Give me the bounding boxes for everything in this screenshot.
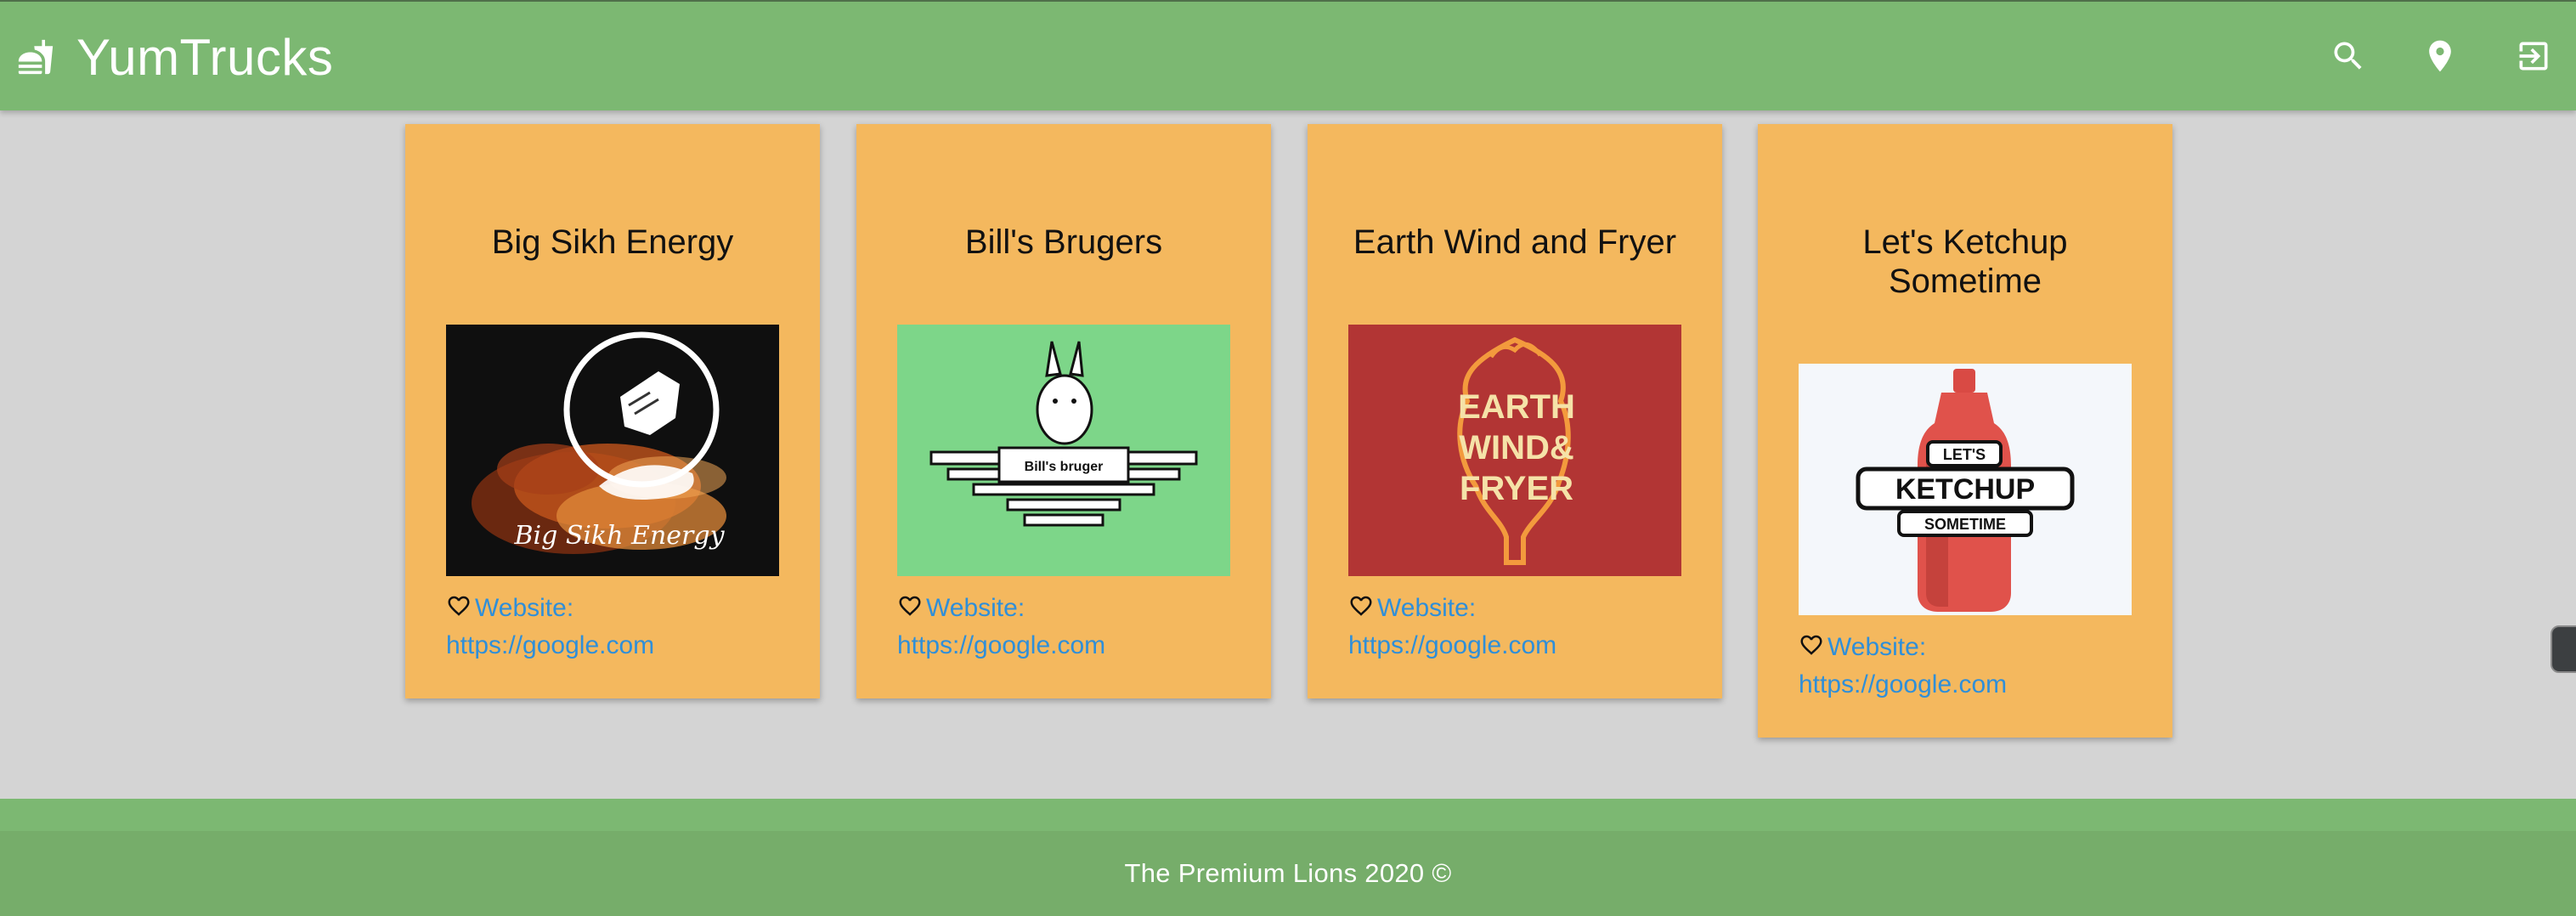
app-header: YumTrucks: [0, 0, 2576, 110]
truck-name: Bill's Brugers: [964, 223, 1163, 261]
footer-divider: [0, 799, 2576, 831]
truck-name: Let's Ketchup Sometime: [1862, 223, 2068, 300]
logo-text-line-1: LET'S: [1943, 446, 1986, 463]
website-url-link[interactable]: https://google.com: [1348, 627, 1681, 664]
logout-icon: [2519, 42, 2548, 71]
big-sikh-energy-logo: Big Sikh Energy: [446, 325, 779, 576]
truck-card: Let's Ketchup Sometime LET'S KETCHUP SOM…: [1758, 124, 2172, 738]
website-link-row: Website: https://google.com: [446, 590, 779, 664]
truck-card: Big Sikh Energy Big Sikh Energy Website:…: [405, 124, 820, 698]
website-link-row: Website: https://google.com: [1348, 590, 1681, 664]
favorite-button[interactable]: [1348, 593, 1374, 619]
website-label[interactable]: Website:: [475, 594, 573, 622]
footer-copyright: The Premium Lions 2020 ©: [1124, 858, 1452, 888]
truck-name: Big Sikh Energy: [491, 223, 734, 261]
bills-brugers-logo: Bill's bruger: [897, 325, 1230, 576]
website-label[interactable]: Website:: [1827, 633, 1926, 661]
truck-logo-image: Bill's bruger: [897, 325, 1230, 576]
favorite-button[interactable]: [897, 593, 923, 619]
logo-text-line-3: SOMETIME: [1924, 516, 2006, 533]
truck-logo-image: LET'S KETCHUP SOMETIME: [1799, 364, 2132, 615]
location-button[interactable]: [2420, 36, 2460, 76]
app-footer: The Premium Lions 2020 ©: [0, 831, 2576, 916]
logo-text-line-1: EARTH: [1458, 388, 1575, 426]
truck-card: Earth Wind and Fryer EARTH WIND& FRYER W…: [1308, 124, 1722, 698]
heart-outline-icon: [448, 596, 470, 616]
brand-home-link[interactable]: YumTrucks: [17, 2, 333, 112]
logout-button[interactable]: [2513, 36, 2554, 76]
website-link-row: Website: https://google.com: [1799, 629, 2132, 704]
website-url-link[interactable]: https://google.com: [446, 627, 779, 664]
logo-text-line-3: FRYER: [1460, 470, 1573, 507]
truck-logo-image: EARTH WIND& FRYER: [1348, 325, 1681, 576]
favorite-button[interactable]: [1799, 632, 1824, 658]
scrollbar-thumb[interactable]: [2551, 625, 2576, 673]
location-pin-icon: [2429, 40, 2451, 72]
truck-card: Bill's Brugers Bill's bruger Website: ht…: [856, 124, 1271, 698]
website-label[interactable]: Website:: [1377, 594, 1476, 622]
earth-wind-and-fryer-logo: EARTH WIND& FRYER: [1348, 325, 1681, 576]
truck-logo-image: Big Sikh Energy: [446, 325, 779, 576]
heart-outline-icon: [1350, 596, 1372, 616]
website-link-row: Website: https://google.com: [897, 590, 1230, 664]
search-button[interactable]: [2328, 36, 2369, 76]
app-title: YumTrucks: [76, 28, 334, 86]
website-url-link[interactable]: https://google.com: [897, 627, 1230, 664]
logo-text: Big Sikh Energy: [513, 521, 725, 551]
logo-text-line-2: WIND&: [1459, 429, 1574, 466]
heart-outline-icon: [1800, 635, 1822, 655]
website-url-link[interactable]: https://google.com: [1799, 666, 2132, 704]
search-icon: [2334, 42, 2362, 70]
favorite-button[interactable]: [446, 593, 472, 619]
website-label[interactable]: Website:: [926, 594, 1025, 622]
logo-text-line-2: KETCHUP: [1895, 473, 2035, 506]
lets-ketchup-sometime-logo: LET'S KETCHUP SOMETIME: [1799, 364, 2132, 615]
fastfood-icon: [18, 39, 54, 75]
truck-name: Earth Wind and Fryer: [1353, 223, 1677, 261]
heart-outline-icon: [899, 596, 921, 616]
logo-text: Bill's bruger: [1025, 460, 1104, 474]
